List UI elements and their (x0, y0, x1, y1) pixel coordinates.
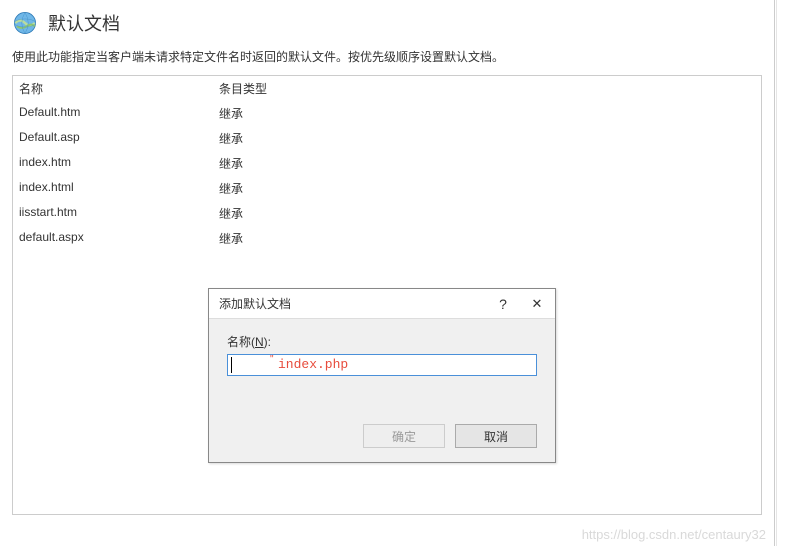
table-row[interactable]: index.htm 继承 (13, 151, 761, 176)
table-row[interactable]: Default.asp 继承 (13, 126, 761, 151)
watermark-text: https://blog.csdn.net/centaury32 (582, 527, 766, 542)
cell-type: 继承 (213, 103, 413, 124)
cell-name: Default.asp (13, 128, 213, 149)
dialog-title: 添加默认文档 (219, 295, 291, 312)
table-row[interactable]: index.html 继承 (13, 176, 761, 201)
dialog-controls: ? ✕ (493, 296, 547, 312)
globe-icon (12, 10, 38, 36)
table-row[interactable]: iisstart.htm 继承 (13, 201, 761, 226)
label-accel: N (255, 335, 264, 349)
close-icon[interactable]: ✕ (527, 296, 547, 312)
cell-type: 继承 (213, 128, 413, 149)
column-header-name[interactable]: 名称 (13, 76, 213, 101)
cell-name: iisstart.htm (13, 203, 213, 224)
cell-name: default.aspx (13, 228, 213, 249)
side-panel-sliver (776, 0, 788, 546)
page-title: 默认文档 (48, 10, 120, 36)
table-body: Default.htm 继承 Default.asp 继承 index.htm … (13, 101, 761, 251)
add-default-doc-dialog: 添加默认文档 ? ✕ 名称(N): " index.php 确定 取消 (208, 288, 556, 463)
table-header: 名称 条目类型 (13, 76, 761, 101)
dialog-titlebar[interactable]: 添加默认文档 ? ✕ (209, 289, 555, 319)
label-prefix: 名称( (227, 335, 255, 349)
cell-name: index.html (13, 178, 213, 199)
help-icon[interactable]: ? (493, 296, 513, 312)
cell-type: 继承 (213, 153, 413, 174)
cell-type: 继承 (213, 228, 413, 249)
cell-type: 继承 (213, 203, 413, 224)
header: 默认文档 (0, 0, 774, 42)
annotation-text: index.php (278, 357, 348, 372)
column-header-type[interactable]: 条目类型 (213, 76, 413, 101)
cancel-button[interactable]: 取消 (455, 424, 537, 448)
name-input[interactable]: " index.php (227, 354, 537, 376)
main-panel: 默认文档 使用此功能指定当客户端未请求特定文件名时返回的默认文件。按优先级顺序设… (0, 0, 775, 546)
cell-type: 继承 (213, 178, 413, 199)
name-field-label: 名称(N): (227, 333, 537, 350)
cell-name: index.htm (13, 153, 213, 174)
dialog-footer: 确定 取消 (209, 414, 555, 462)
table-row[interactable]: Default.htm 继承 (13, 101, 761, 126)
description-text: 使用此功能指定当客户端未请求特定文件名时返回的默认文件。按优先级顺序设置默认文档… (0, 42, 774, 75)
dialog-body: 名称(N): " index.php (209, 319, 555, 376)
label-suffix: ): (264, 335, 271, 349)
cell-name: Default.htm (13, 103, 213, 124)
annotation-tick: " (270, 354, 274, 365)
table-row[interactable]: default.aspx 继承 (13, 226, 761, 251)
text-cursor (231, 357, 232, 373)
ok-button[interactable]: 确定 (363, 424, 445, 448)
